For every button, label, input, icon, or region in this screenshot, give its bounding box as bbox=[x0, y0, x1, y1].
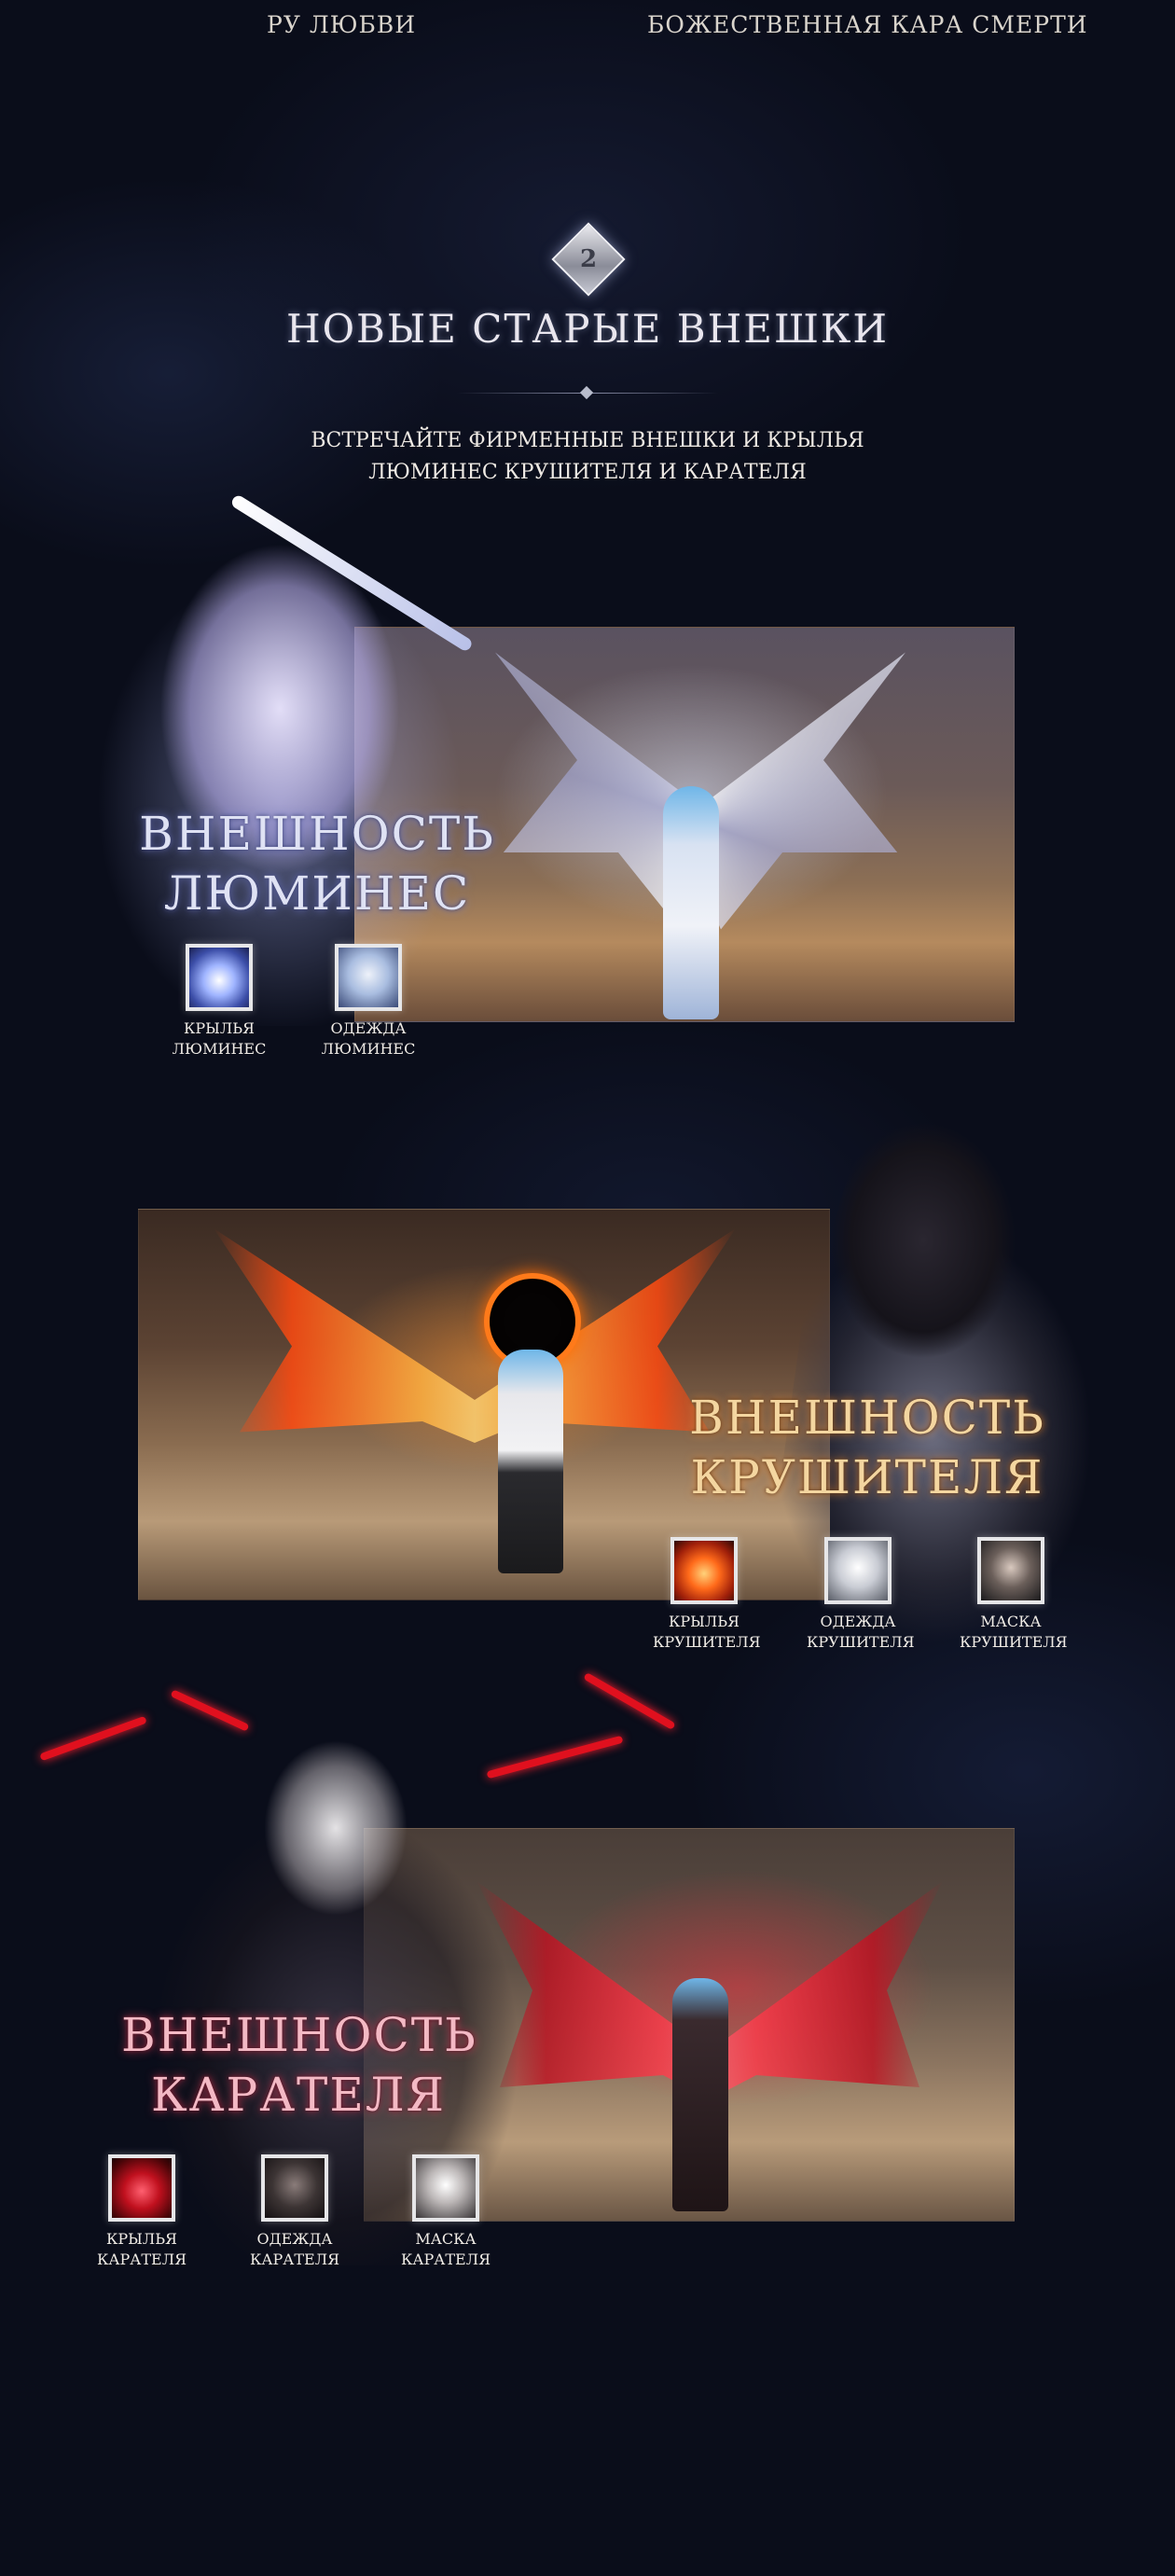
nav-link-love[interactable]: РУ ЛЮБВИ bbox=[267, 11, 416, 38]
krushitel-outfit-icon[interactable] bbox=[824, 1537, 892, 1604]
krushitel-title-line-2: КРУШИТЕЛЯ bbox=[690, 1450, 1044, 1504]
krushitel-mask-icon[interactable] bbox=[977, 1537, 1044, 1604]
lumines-item-wings[interactable]: КРЫЛЬЯ ЛЮМИНЕС bbox=[168, 944, 270, 1059]
karatel-outfit-icon[interactable] bbox=[261, 2154, 328, 2222]
section-number: 2 bbox=[579, 245, 598, 273]
item-label-line-2: КАРАТЕЛЯ bbox=[249, 2251, 339, 2268]
karatel-red-streak bbox=[170, 1689, 250, 1732]
item-label-line-2: КРУШИТЕЛЯ bbox=[960, 1633, 1068, 1651]
item-label-line-2: КРУШИТЕЛЯ bbox=[653, 1633, 761, 1651]
item-label-line-2: ЛЮМИНЕС bbox=[172, 1040, 267, 1058]
krushitel-item-outfit[interactable]: ОДЕЖДА КРУШИТЕЛЯ bbox=[807, 1537, 915, 1653]
item-label: КРЫЛЬЯ ЛЮМИНЕС bbox=[168, 1018, 270, 1059]
karatel-title-line-1: ВНЕШНОСТЬ bbox=[121, 2008, 477, 2062]
krushitel-item-wings[interactable]: КРЫЛЬЯ КРУШИТЕЛЯ bbox=[653, 1537, 761, 1653]
lumines-title: ВНЕШНОСТЬ ЛЮМИНЕС bbox=[121, 804, 513, 923]
karatel-item-wings[interactable]: КРЫЛЬЯ КАРАТЕЛЯ bbox=[90, 2154, 193, 2270]
item-label-line-1: ОДЕЖДА bbox=[256, 2230, 333, 2248]
item-label: КРЫЛЬЯ КАРАТЕЛЯ bbox=[90, 2229, 193, 2270]
item-label-line-1: КРЫЛЬЯ bbox=[106, 2230, 177, 2248]
karatel-red-streak bbox=[39, 1715, 147, 1762]
item-label: ОДЕЖДА КАРАТЕЛЯ bbox=[243, 2229, 346, 2270]
karatel-item-mask[interactable]: МАСКА КАРАТЕЛЯ bbox=[394, 2154, 497, 2270]
section-title: НОВЫЕ СТАРЫЕ ВНЕШКИ bbox=[285, 306, 889, 352]
top-nav: РУ ЛЮБВИ БОЖЕСТВЕННАЯ КАРА СМЕРТИ bbox=[0, 11, 1175, 43]
subtitle-line-2: ЛЮМИНЕС КРУШИТЕЛЯ И КАРАТЕЛЯ bbox=[368, 461, 807, 484]
item-label: ОДЕЖДА ЛЮМИНЕС bbox=[317, 1018, 420, 1059]
lumines-item-outfit[interactable]: ОДЕЖДА ЛЮМИНЕС bbox=[317, 944, 420, 1059]
krushitel-character-model bbox=[498, 1350, 563, 1573]
krushitel-title: ВНЕШНОСТЬ КРУШИТЕЛЯ bbox=[634, 1388, 1100, 1507]
divider-gem-icon bbox=[579, 385, 594, 400]
karatel-mask-icon[interactable] bbox=[412, 2154, 479, 2222]
karatel-red-streak bbox=[486, 1735, 624, 1780]
item-label: ОДЕЖДА КРУШИТЕЛЯ bbox=[807, 1612, 915, 1653]
item-label-line-2: КРУШИТЕЛЯ bbox=[807, 1633, 915, 1651]
lumines-outfit-icon[interactable] bbox=[335, 944, 402, 1011]
krushitel-wings-icon[interactable] bbox=[670, 1537, 738, 1604]
item-label-line-1: КРЫЛЬЯ bbox=[669, 1613, 740, 1630]
item-label-line-1: ОДЕЖДА bbox=[820, 1613, 896, 1630]
karatel-wings-icon[interactable] bbox=[108, 2154, 175, 2222]
item-label-line-1: ОДЕЖДА bbox=[330, 1019, 407, 1037]
section-subtitle: ВСТРЕЧАЙТЕ ФИРМЕННЫЕ ВНЕШКИ И КРЫЛЬЯ ЛЮМ… bbox=[0, 425, 1175, 489]
karatel-character-model bbox=[672, 1978, 728, 2211]
karatel-item-outfit[interactable]: ОДЕЖДА КАРАТЕЛЯ bbox=[243, 2154, 346, 2270]
krushitel-title-line-1: ВНЕШНОСТЬ bbox=[689, 1391, 1045, 1445]
karatel-title: ВНЕШНОСТЬ КАРАТЕЛЯ bbox=[121, 2005, 476, 2125]
item-label-line-2: ЛЮМИНЕС bbox=[321, 1040, 416, 1058]
item-label-line-2: КАРАТЕЛЯ bbox=[96, 2251, 187, 2268]
item-label-line-1: МАСКА bbox=[980, 1613, 1042, 1630]
karatel-red-streak bbox=[583, 1672, 676, 1730]
lumines-character-model bbox=[663, 786, 719, 1019]
item-label: МАСКА КАРАТЕЛЯ bbox=[394, 2229, 497, 2270]
subtitle-line-1: ВСТРЕЧАЙТЕ ФИРМЕННЫЕ ВНЕШКИ И КРЫЛЬЯ bbox=[311, 429, 864, 452]
item-label-line-1: МАСКА bbox=[415, 2230, 477, 2248]
item-label: КРЫЛЬЯ КРУШИТЕЛЯ bbox=[653, 1612, 761, 1653]
lumines-wings-icon[interactable] bbox=[186, 944, 253, 1011]
nav-link-divine-punishment[interactable]: БОЖЕСТВЕННАЯ КАРА СМЕРТИ bbox=[647, 11, 1088, 38]
krushitel-item-mask[interactable]: МАСКА КРУШИТЕЛЯ bbox=[960, 1537, 1068, 1653]
item-label: МАСКА КРУШИТЕЛЯ bbox=[960, 1612, 1068, 1653]
karatel-title-line-2: КАРАТЕЛЯ bbox=[150, 2068, 447, 2122]
item-label-line-2: КАРАТЕЛЯ bbox=[400, 2251, 491, 2268]
lumines-title-line-2: ЛЮМИНЕС bbox=[163, 866, 471, 921]
lumines-title-line-1: ВНЕШНОСТЬ bbox=[139, 807, 495, 861]
item-label-line-1: КРЫЛЬЯ bbox=[184, 1019, 255, 1037]
